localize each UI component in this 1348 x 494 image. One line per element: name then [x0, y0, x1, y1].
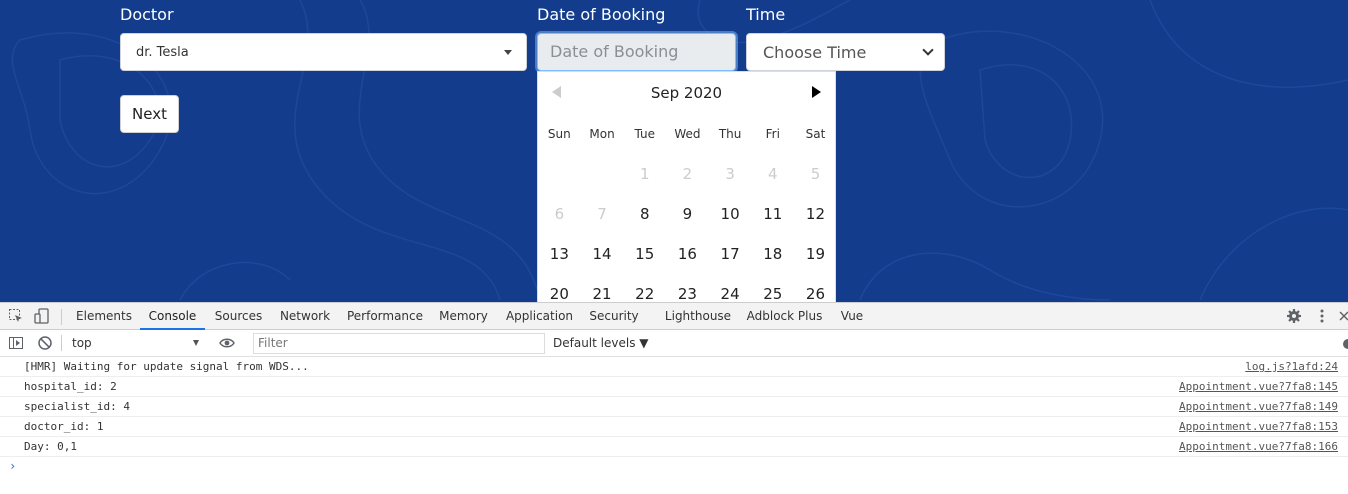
console-log: [HMR] Waiting for update signal from WDS… [0, 357, 1348, 457]
log-levels-dropdown[interactable]: Default levels ▼ [553, 336, 649, 350]
weekday-header: Tue [634, 127, 655, 141]
calendar-day[interactable]: 18 [751, 234, 794, 274]
weekday-header: Sat [805, 127, 826, 141]
date-label: Date of Booking [537, 5, 666, 24]
log-row: Day: 0,1 Appointment.vue?7fa8:166 [0, 437, 1348, 457]
calendar-day[interactable]: 10 [709, 194, 752, 234]
calendar-day: 3 [725, 165, 735, 183]
weekday-header: Mon [589, 127, 615, 141]
tab-memory[interactable]: Memory [432, 303, 495, 330]
tab-performance[interactable]: Performance [342, 303, 428, 330]
calendar-day: 7 [597, 205, 607, 223]
calendar-day: 1 [639, 165, 650, 183]
weekday-header: Fri [765, 127, 780, 141]
devtools-tab-bar: Elements Console Sources Network Performance… [0, 302, 1348, 330]
calendar-day[interactable]: 17 [709, 234, 752, 274]
tab-application[interactable]: Application [499, 303, 580, 330]
toolbar-divider [61, 335, 62, 351]
calendar-day: 4 [768, 165, 778, 183]
calendar-day[interactable]: 8 [623, 194, 666, 234]
weekday-header: Wed [674, 127, 701, 141]
filter-input[interactable]: Filter [253, 333, 545, 354]
tab-elements[interactable]: Elements [70, 303, 138, 330]
inspect-element-icon[interactable] [8, 308, 24, 324]
log-source-link[interactable]: Appointment.vue?7fa8:166 [1179, 437, 1338, 457]
calendar-grid: Sun Mon Tue Wed Thu Fri Sat 1 2 3 4 5 6 7 8 9 10 11 12 13 14… [538, 114, 835, 314]
doctor-select[interactable]: dr. Tesla [120, 33, 527, 71]
calendar-day: 2 [682, 165, 693, 183]
tab-network[interactable]: Network [272, 303, 338, 330]
calendar-day[interactable]: 19 [794, 234, 837, 274]
next-button[interactable]: Next [120, 95, 179, 133]
log-row: specialist_id: 4 Appointment.vue?7fa8:149 [0, 397, 1348, 417]
caret-down-icon [504, 49, 512, 55]
eye-icon[interactable] [219, 335, 235, 351]
calendar-day[interactable]: 9 [666, 194, 709, 234]
log-source-link[interactable]: Appointment.vue?7fa8:145 [1179, 377, 1338, 397]
calendar-header: Sep 2020 [538, 72, 835, 114]
log-row: doctor_id: 1 Appointment.vue?7fa8:153 [0, 417, 1348, 437]
log-message: [HMR] Waiting for update signal from WDS… [24, 360, 309, 373]
log-message: specialist_id: 4 [24, 400, 130, 413]
tab-vue[interactable]: Vue [832, 303, 872, 330]
tab-lighthouse[interactable]: Lighthouse [657, 303, 739, 330]
console-toolbar: top Filter Default levels ▼ [0, 330, 1348, 357]
weekday-header: Thu [718, 127, 742, 141]
gear-icon[interactable] [1340, 336, 1348, 352]
log-row: hospital_id: 2 Appointment.vue?7fa8:145 [0, 377, 1348, 397]
calendar-day[interactable]: 14 [581, 234, 624, 274]
doctor-select-value: dr. Tesla [136, 44, 189, 60]
log-message: hospital_id: 2 [24, 380, 117, 393]
calendar-day[interactable]: 12 [794, 194, 837, 234]
context-selector[interactable]: top [72, 336, 92, 350]
toolbar-divider [61, 309, 62, 325]
time-label: Time [746, 5, 786, 24]
caret-down-icon [193, 340, 199, 346]
clear-console-icon[interactable] [37, 335, 53, 351]
doctor-label: Doctor [120, 5, 174, 24]
calendar-day: 6 [554, 205, 565, 223]
time-select-value: Choose Time [763, 42, 867, 62]
calendar-day [538, 154, 581, 194]
tab-sources[interactable]: Sources [207, 303, 270, 330]
log-source-link[interactable]: log.js?1afd:24 [1245, 357, 1338, 377]
sidebar-toggle-icon[interactable] [8, 335, 24, 351]
tab-security[interactable]: Security [584, 303, 644, 330]
tab-console[interactable]: Console [140, 303, 205, 330]
log-message: doctor_id: 1 [24, 420, 104, 433]
time-select[interactable]: Choose Time [746, 33, 945, 71]
calendar-month-title[interactable]: Sep 2020 [538, 84, 835, 102]
calendar-day[interactable]: 15 [623, 234, 666, 274]
calendar-day [581, 154, 624, 194]
date-input[interactable]: Date of Booking [537, 33, 736, 71]
tab-adblock-plus[interactable]: Adblock Plus [740, 303, 829, 330]
calendar-day[interactable]: 13 [538, 234, 581, 274]
log-row: [HMR] Waiting for update signal from WDS… [0, 357, 1348, 377]
next-month-icon[interactable] [812, 86, 821, 98]
calendar-day[interactable]: 11 [751, 194, 794, 234]
chevron-down-icon [922, 44, 934, 56]
close-icon[interactable] [1338, 308, 1348, 324]
log-source-link[interactable]: Appointment.vue?7fa8:149 [1179, 397, 1338, 417]
console-prompt[interactable]: › [9, 459, 16, 473]
gear-icon[interactable] [1286, 308, 1302, 324]
calendar-day[interactable]: 16 [666, 234, 709, 274]
log-message: Day: 0,1 [24, 440, 77, 453]
datepicker-calendar: Sep 2020 Sun Mon Tue Wed Thu Fri Sat 1 2 3 4 5 6 7 8 9 1… [537, 71, 836, 311]
log-source-link[interactable]: Appointment.vue?7fa8:153 [1179, 417, 1338, 437]
calendar-day: 5 [810, 165, 821, 183]
weekday-header: Sun [547, 127, 571, 141]
more-menu-icon[interactable] [1314, 308, 1330, 324]
device-toolbar-icon[interactable] [34, 308, 50, 324]
